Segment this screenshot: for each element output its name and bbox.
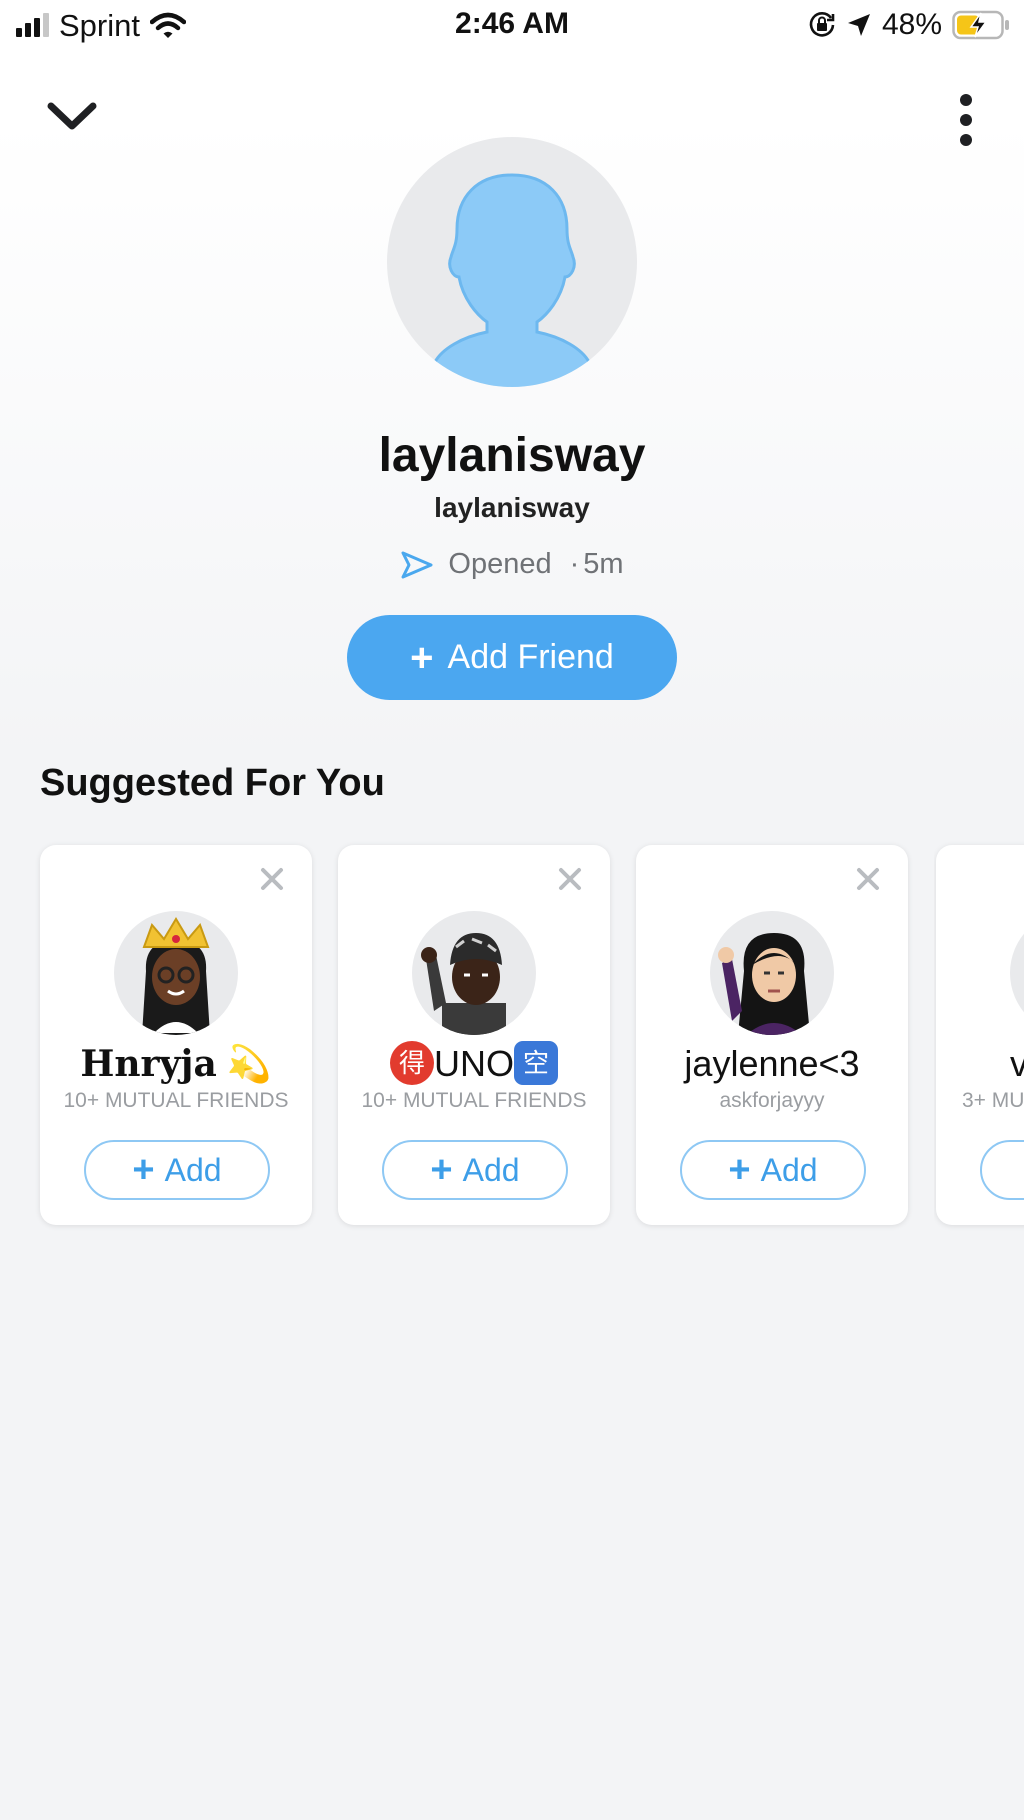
profile-username: laylanisway [434, 492, 590, 523]
suggested-section-title: Suggested For You [40, 762, 385, 804]
more-vertical-icon[interactable] [950, 90, 982, 150]
status-bar: Sprint 2:46 AM 48% [0, 0, 1024, 52]
add-button[interactable]: + Add [680, 1140, 866, 1200]
bitmoji-avatar [114, 911, 238, 1035]
suggested-name: jaylenne<3 [684, 1043, 860, 1084]
plus-icon: + [430, 1149, 453, 1191]
battery-charging-icon [952, 10, 1009, 40]
plus-icon: + [410, 635, 434, 680]
suggested-card[interactable]: 得 UNO 空 10+ MUTUAL FRIENDS + Add [338, 845, 610, 1225]
add-button[interactable]: + Add [84, 1140, 270, 1200]
default-avatar-silhouette-icon [433, 173, 591, 387]
add-label: Add [164, 1151, 222, 1188]
suggested-name: 得 UNO 空 [338, 1041, 610, 1086]
mutual-friends-count: 10+ MUTUAL FRIENDS [361, 1089, 587, 1112]
bitmoji-avatar [1010, 911, 1024, 1035]
close-icon[interactable] [856, 867, 880, 891]
plus-icon: + [728, 1149, 751, 1191]
status-time: 5m [583, 548, 624, 580]
acquisition-emoji-icon: 得 [390, 1041, 434, 1086]
mutual-friends-count: 3+ MU [962, 1089, 1024, 1112]
add-button[interactable]: + Add [382, 1140, 568, 1200]
location-arrow-icon [847, 14, 870, 36]
add-friend-label: Add Friend [447, 638, 614, 676]
suggested-username: askforjayyy [719, 1089, 825, 1112]
mutual-friends-count: 10+ MUTUAL FRIENDS [63, 1089, 289, 1112]
send-arrow-icon [401, 551, 433, 578]
add-label: Add [760, 1151, 818, 1188]
status-text: Opened [448, 548, 552, 580]
bitmoji-avatar [412, 911, 536, 1035]
add-label: Add [462, 1151, 520, 1188]
add-friend-button[interactable]: + Add Friend [347, 615, 677, 700]
add-button[interactable]: + [980, 1140, 1024, 1200]
suggested-name: v [1010, 1043, 1024, 1084]
suggested-card[interactable]: Hnryja 💫 10+ MUTUAL FRIENDS + Add [40, 845, 312, 1225]
close-icon[interactable] [260, 867, 284, 891]
suggested-card[interactable]: jaylenne<3 askforjayyy + Add [636, 845, 908, 1225]
vacancy-emoji-icon: 空 [514, 1041, 558, 1086]
snap-status: Opened · 5m [0, 548, 1024, 581]
status-separator: · [569, 548, 580, 580]
orientation-lock-icon [809, 12, 835, 37]
dizzy-emoji-icon: 💫 [226, 1043, 272, 1084]
profile-display-name: laylanisway [378, 429, 646, 482]
status-right: 48% [808, 8, 1010, 42]
profile-avatar[interactable] [387, 137, 637, 387]
close-icon[interactable] [558, 867, 582, 891]
chevron-down-icon[interactable] [44, 92, 100, 142]
plus-icon: + [132, 1149, 155, 1191]
bitmoji-avatar [710, 911, 834, 1035]
suggested-card[interactable]: v 3+ MU + [936, 845, 1024, 1225]
suggested-name: Hnryja 💫 [80, 1043, 272, 1085]
card-clip: v 3+ MU + [934, 840, 1024, 1240]
battery-percentage: 48% [881, 8, 942, 41]
